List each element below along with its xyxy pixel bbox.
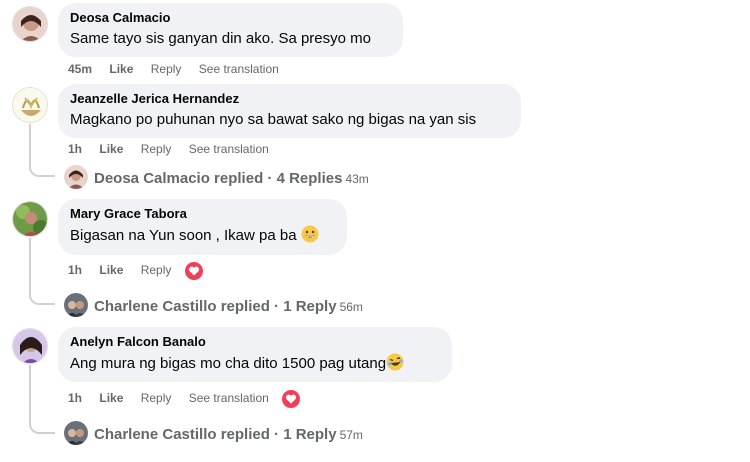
replies-time: 57m [339, 427, 363, 442]
replies-time: 56m [339, 299, 363, 314]
reply-button[interactable]: Reply [141, 390, 172, 406]
comment-actions: 1h Like Reply See translation [68, 390, 314, 408]
thread-line [29, 124, 31, 164]
thread-connector [29, 291, 55, 305]
like-button[interactable]: Like [99, 141, 123, 157]
avatar[interactable] [12, 201, 48, 237]
comment-text-content: Bigasan na Yun soon , Ikaw pa ba [70, 227, 297, 244]
comment-bubble: Jeanzelle Jerica Hernandez Magkano po pu… [58, 84, 521, 138]
like-button[interactable]: Like [99, 390, 123, 406]
laughing-emoji-icon [386, 353, 404, 371]
comment-actions: 1h Like Reply See translation [68, 141, 283, 157]
replier-avatar [64, 165, 88, 189]
comment-author[interactable]: Anelyn Falcon Banalo [70, 334, 440, 350]
like-button[interactable]: Like [109, 61, 133, 77]
see-translation-link[interactable]: See translation [199, 61, 279, 77]
comment-bubble: Deosa Calmacio Same tayo sis ganyan din … [58, 3, 403, 57]
comment-time[interactable]: 1h [68, 262, 82, 278]
comment-author[interactable]: Mary Grace Tabora [70, 206, 335, 222]
replies-summary[interactable]: Deosa Calmacio replied · 4 Replies [94, 170, 342, 187]
thread-line [29, 238, 31, 292]
thread-connector [29, 163, 55, 177]
thread-connector [29, 420, 55, 434]
comment-bubble: Mary Grace Tabora Bigasan na Yun soon , … [58, 199, 347, 255]
thread-line [29, 365, 31, 421]
view-replies-link[interactable]: Charlene Castillo replied · 1 Reply 56m [64, 293, 363, 319]
reply-button[interactable]: Reply [141, 262, 172, 278]
replies-time: 43m [345, 171, 369, 186]
comment-text: Ang mura ng bigas mo cha dito 1500 pag u… [70, 353, 440, 374]
grinning-emoji-icon [301, 225, 319, 243]
comment-time[interactable]: 1h [68, 390, 82, 406]
comment-author[interactable]: Deosa Calmacio [70, 10, 391, 26]
see-translation-link[interactable]: See translation [189, 390, 269, 406]
comment-time[interactable]: 1h [68, 141, 82, 157]
comment-actions: 1h Like Reply [68, 262, 217, 280]
avatar[interactable] [12, 87, 48, 123]
comment-actions: 45m Like Reply See translation [68, 61, 293, 77]
comment-bubble: Anelyn Falcon Banalo Ang mura ng bigas m… [58, 327, 452, 382]
comment-text-content: Ang mura ng bigas mo cha dito 1500 pag u… [70, 355, 387, 372]
replier-avatar [64, 421, 88, 445]
comment-text: Bigasan na Yun soon , Ikaw pa ba [70, 225, 335, 246]
replies-summary[interactable]: Charlene Castillo replied · 1 Reply [94, 426, 337, 443]
comment-text: Magkano po puhunan nyo sa bawat sako ng … [70, 111, 477, 128]
reply-button[interactable]: Reply [141, 141, 172, 157]
reply-button[interactable]: Reply [151, 61, 182, 77]
comment-text: Same tayo sis ganyan din ako. Sa presyo … [70, 30, 371, 47]
view-replies-link[interactable]: Charlene Castillo replied · 1 Reply 57m [64, 421, 363, 447]
avatar[interactable] [12, 6, 48, 42]
replies-summary[interactable]: Charlene Castillo replied · 1 Reply [94, 298, 337, 315]
see-translation-link[interactable]: See translation [189, 141, 269, 157]
comment-author[interactable]: Jeanzelle Jerica Hernandez [70, 91, 509, 107]
comment-time[interactable]: 45m [68, 61, 92, 77]
replier-avatar [64, 293, 88, 317]
heart-reaction-icon[interactable] [282, 390, 301, 408]
view-replies-link[interactable]: Deosa Calmacio replied · 4 Replies 43m [64, 165, 369, 191]
avatar[interactable] [12, 328, 48, 364]
heart-reaction-icon[interactable] [184, 262, 203, 280]
like-button[interactable]: Like [99, 262, 123, 278]
